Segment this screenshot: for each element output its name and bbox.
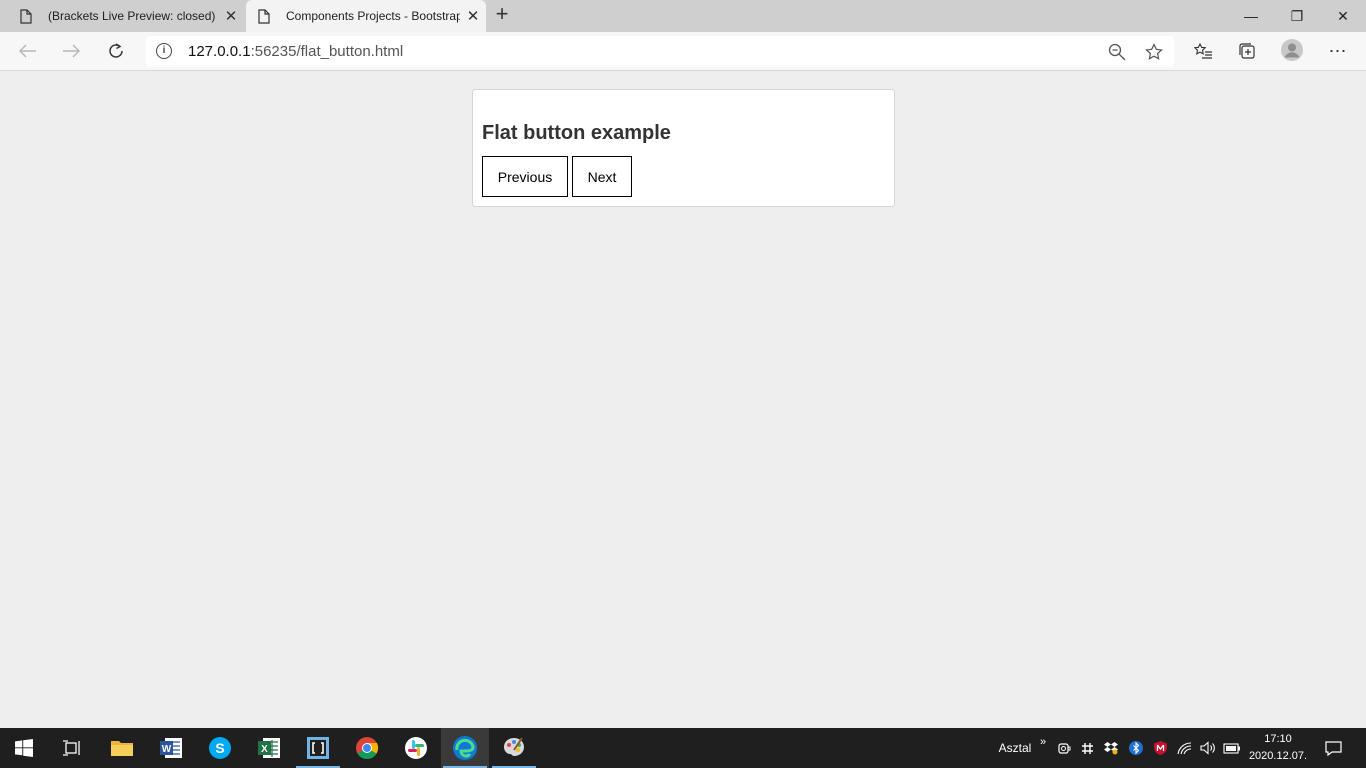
task-view-icon: [63, 740, 80, 756]
close-window-button[interactable]: ✕: [1320, 0, 1366, 32]
collections-icon[interactable]: [1232, 37, 1262, 65]
folder-icon: [111, 741, 133, 756]
excel-icon: X: [258, 738, 280, 758]
volume-tray-icon[interactable]: [1198, 728, 1218, 768]
minimize-button[interactable]: —: [1228, 0, 1274, 32]
url-host: 127.0.0.1: [188, 43, 251, 60]
back-arrow-icon: [19, 44, 36, 58]
svg-text:W: W: [162, 744, 172, 755]
action-center-button[interactable]: [1320, 728, 1346, 768]
wifi-tray-icon[interactable]: [1174, 728, 1196, 768]
skype-button[interactable]: S: [196, 728, 244, 768]
taskbar-clock[interactable]: 17:10 2020.12.07.: [1244, 731, 1312, 765]
page-icon: [250, 8, 278, 24]
battery-tray-icon[interactable]: [1221, 728, 1243, 768]
tab-components-projects[interactable]: Components Projects - Bootstrap ✕: [246, 0, 486, 32]
refresh-icon: [109, 43, 123, 58]
clock-time: 17:10: [1264, 733, 1292, 745]
chrome-button[interactable]: [343, 728, 391, 768]
forward-arrow-icon: [63, 44, 80, 58]
mcafee-shield-icon[interactable]: [1150, 728, 1170, 768]
start-button[interactable]: [0, 728, 48, 768]
site-info-icon[interactable]: i: [156, 43, 172, 59]
dropbox-tray-icon[interactable]: [1101, 728, 1121, 768]
brackets-button[interactable]: [294, 728, 342, 768]
profile-avatar-icon[interactable]: [1277, 36, 1307, 64]
navigation-bar: i 127.0.0.1:56235/flat_button.html ⋯: [0, 32, 1366, 71]
favorites-icon[interactable]: [1188, 37, 1218, 65]
toolbar-chevron-icon[interactable]: »: [1036, 722, 1050, 762]
url-text[interactable]: 127.0.0.1:56235/flat_button.html: [188, 43, 403, 60]
edge-button[interactable]: [441, 728, 489, 768]
brackets-icon: [307, 737, 329, 759]
tab-close-icon[interactable]: ✕: [460, 7, 486, 25]
next-button[interactable]: Next: [572, 156, 632, 197]
page-heading: Flat button example: [482, 122, 671, 144]
svg-text:X: X: [261, 744, 268, 755]
paint-palette-icon: [504, 737, 524, 756]
clock-date: 2020.12.07.: [1248, 750, 1308, 762]
slack-icon: [405, 737, 427, 759]
word-button[interactable]: W: [147, 728, 195, 768]
more-menu-button[interactable]: ⋯: [1323, 37, 1353, 65]
skype-icon: S: [209, 737, 231, 759]
windows-logo-icon: [15, 739, 33, 757]
zoom-icon[interactable]: [1106, 41, 1128, 63]
chrome-icon: [356, 737, 379, 759]
address-bar[interactable]: i 127.0.0.1:56235/flat_button.html: [146, 36, 1174, 67]
notification-icon: [1324, 740, 1342, 756]
camera-tray-icon[interactable]: [1054, 728, 1074, 768]
excel-button[interactable]: X: [245, 728, 293, 768]
task-view-button[interactable]: [48, 728, 96, 768]
svg-text:S: S: [215, 740, 224, 756]
desktop-toolbar-label[interactable]: Asztal: [992, 728, 1038, 768]
word-icon: W: [160, 738, 182, 758]
previous-button[interactable]: Previous: [482, 156, 568, 197]
bluetooth-tray-icon[interactable]: [1126, 728, 1146, 768]
tab-title: Components Projects - Bootstrap: [286, 9, 460, 23]
windows-taskbar: W S X Asztal » 17:10 2020.12.07.: [0, 728, 1366, 768]
forward-button[interactable]: [56, 36, 86, 66]
edge-icon: [453, 736, 477, 760]
url-path: :56235/flat_button.html: [250, 43, 404, 60]
tab-brackets-preview[interactable]: (Brackets Live Preview: closed) Kö ✕: [8, 0, 244, 32]
tab-title: (Brackets Live Preview: closed) Kö: [48, 9, 218, 23]
page-icon: [12, 8, 40, 24]
file-explorer-button[interactable]: [98, 728, 146, 768]
tab-close-icon[interactable]: ✕: [218, 7, 244, 25]
new-tab-button[interactable]: +: [490, 3, 514, 27]
refresh-button[interactable]: [101, 36, 131, 66]
slack-button[interactable]: [392, 728, 440, 768]
maximize-button[interactable]: ❐: [1274, 0, 1320, 32]
paint-button[interactable]: [490, 728, 538, 768]
flat-button-card: Flat button example Previous Next: [472, 89, 895, 207]
slack-tray-icon[interactable]: [1077, 728, 1097, 768]
favorite-star-icon[interactable]: [1143, 41, 1165, 63]
tab-strip: (Brackets Live Preview: closed) Kö ✕ Com…: [0, 0, 1366, 32]
back-button[interactable]: [13, 36, 43, 66]
